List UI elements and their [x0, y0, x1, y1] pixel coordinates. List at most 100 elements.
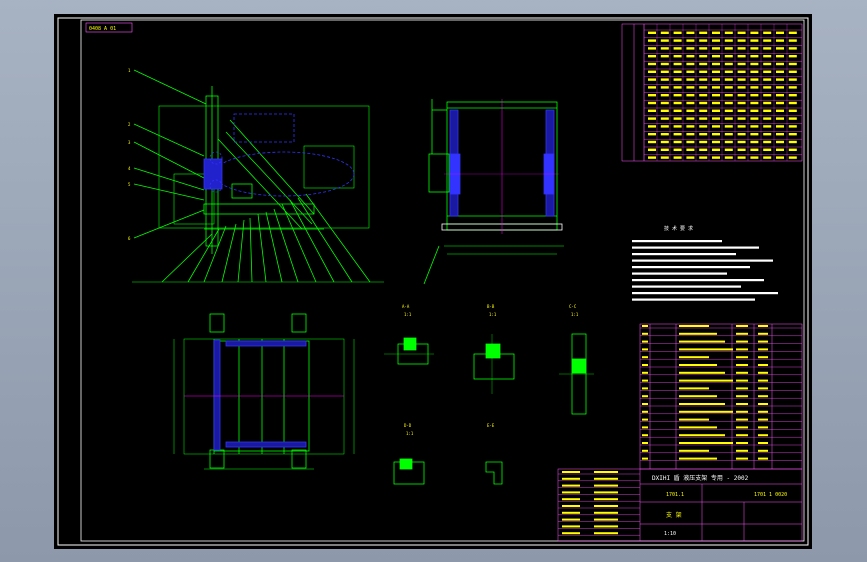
parameter-cell-mark — [737, 78, 746, 81]
svg-text:C-C: C-C — [569, 304, 577, 309]
parameter-cell-mark — [737, 117, 746, 120]
parameter-cell-mark — [763, 125, 772, 128]
tech-note-line — [632, 253, 736, 256]
parts-cell-mark — [642, 442, 648, 444]
parts-cell-mark — [679, 364, 717, 366]
parameter-cell-mark — [673, 133, 682, 136]
parameter-cell-mark — [750, 156, 759, 159]
parameter-cell-mark — [648, 47, 656, 50]
parameter-cell-mark — [673, 109, 682, 112]
parameter-cell-mark — [699, 55, 708, 58]
parameter-cell-mark — [737, 86, 746, 89]
parts-cell-mark — [758, 340, 768, 343]
parameter-cell-mark — [712, 31, 720, 34]
title-grid-mark — [562, 525, 580, 528]
detail-scale-c: 1:1 — [571, 312, 579, 317]
parts-cell-mark — [642, 418, 648, 421]
tech-note-line — [632, 272, 727, 275]
parts-cell-mark — [642, 364, 648, 366]
parameter-cell-mark — [660, 133, 669, 136]
parameter-cell-mark — [737, 39, 746, 42]
parts-cell-mark — [642, 410, 648, 413]
parameter-cell-mark — [712, 117, 720, 120]
parameter-cell-mark — [788, 31, 797, 34]
parts-cell-mark — [679, 348, 733, 351]
title-grid-mark — [562, 477, 580, 480]
parameter-cell-mark — [712, 101, 720, 105]
parts-cell-mark — [758, 379, 768, 382]
parameter-cell-mark — [763, 133, 772, 136]
title-block-grid — [558, 471, 640, 536]
title-grid-mark — [594, 511, 618, 514]
parameter-cell-mark — [776, 117, 784, 120]
parameter-cell-mark — [750, 94, 759, 97]
parameter-cell-mark — [660, 117, 669, 120]
svg-text:B-B: B-B — [487, 304, 495, 309]
parameter-cell-mark — [737, 148, 746, 151]
parameter-cell-mark — [660, 109, 669, 112]
parameter-cell-mark — [686, 133, 695, 136]
parameter-cell-mark — [724, 140, 733, 144]
parameter-cell-mark — [724, 86, 733, 89]
parameter-cell-mark — [776, 140, 784, 144]
parameter-cell-mark — [737, 101, 746, 105]
parameter-cell-mark — [660, 125, 669, 128]
parameter-cell-mark — [763, 148, 772, 151]
parameter-cell-mark — [712, 62, 720, 66]
parameter-cell-mark — [788, 47, 797, 50]
parameter-cell-mark — [750, 133, 759, 136]
tech-notes — [632, 240, 778, 301]
drawing-name: 支 架 — [666, 511, 682, 519]
parameter-cell-mark — [788, 109, 797, 112]
parameter-cell-mark — [648, 125, 656, 128]
parameter-cell-mark — [712, 109, 720, 112]
parameter-cell-mark — [660, 55, 669, 58]
parameter-cell-mark — [776, 62, 784, 66]
parameter-cell-mark — [648, 156, 656, 159]
parameter-cell-mark — [750, 140, 759, 144]
parameter-cell-mark — [776, 109, 784, 112]
parameter-cell-mark — [763, 62, 772, 66]
parameter-cell-mark — [686, 39, 695, 42]
parts-cell-mark — [758, 395, 768, 398]
parameter-cell-mark — [686, 47, 695, 50]
tech-note-line — [632, 298, 755, 301]
title-grid-mark — [562, 518, 580, 521]
parameter-cell-mark — [788, 133, 797, 136]
parameter-cell-mark — [750, 148, 759, 151]
parameter-cell-mark — [750, 101, 759, 105]
tech-note-line — [632, 240, 722, 243]
title-grid-mark — [594, 498, 618, 501]
parameter-cell-mark — [763, 86, 772, 89]
parameter-cell-mark — [660, 101, 669, 105]
parts-cell-mark — [736, 379, 748, 382]
parameter-cell-mark — [763, 78, 772, 81]
parameter-cell-mark — [648, 109, 656, 112]
parameter-cell-mark — [737, 125, 746, 128]
svg-text:5: 5 — [128, 182, 131, 187]
parameter-cell-mark — [776, 148, 784, 151]
parameter-cell-mark — [750, 125, 759, 128]
parameter-cell-mark — [686, 156, 695, 159]
parameter-cell-mark — [648, 39, 656, 42]
parameter-cell-mark — [699, 70, 708, 73]
parts-cell-mark — [758, 364, 768, 366]
title-grid-mark — [594, 532, 618, 535]
parameter-cell-mark — [648, 140, 656, 144]
parameter-cell-mark — [776, 94, 784, 97]
parts-cell-mark — [642, 356, 648, 359]
tech-title: 技 术 要 求 — [664, 225, 693, 232]
parameter-cell-mark — [648, 55, 656, 58]
parameter-cell-mark — [660, 39, 669, 42]
parameter-cell-mark — [763, 31, 772, 34]
parts-list — [639, 323, 803, 470]
sheet-tag: 0408 A 01 — [89, 26, 116, 32]
tech-note-line — [632, 292, 778, 295]
parts-cell-mark — [736, 410, 748, 413]
parameter-cell-mark — [776, 31, 784, 34]
parts-list-rows — [640, 325, 802, 461]
parameter-cell-mark — [776, 86, 784, 89]
parameter-cell-mark — [648, 117, 656, 120]
parameter-cell-mark — [660, 148, 669, 151]
drawing-number: 1701 1 0020 — [754, 492, 787, 498]
